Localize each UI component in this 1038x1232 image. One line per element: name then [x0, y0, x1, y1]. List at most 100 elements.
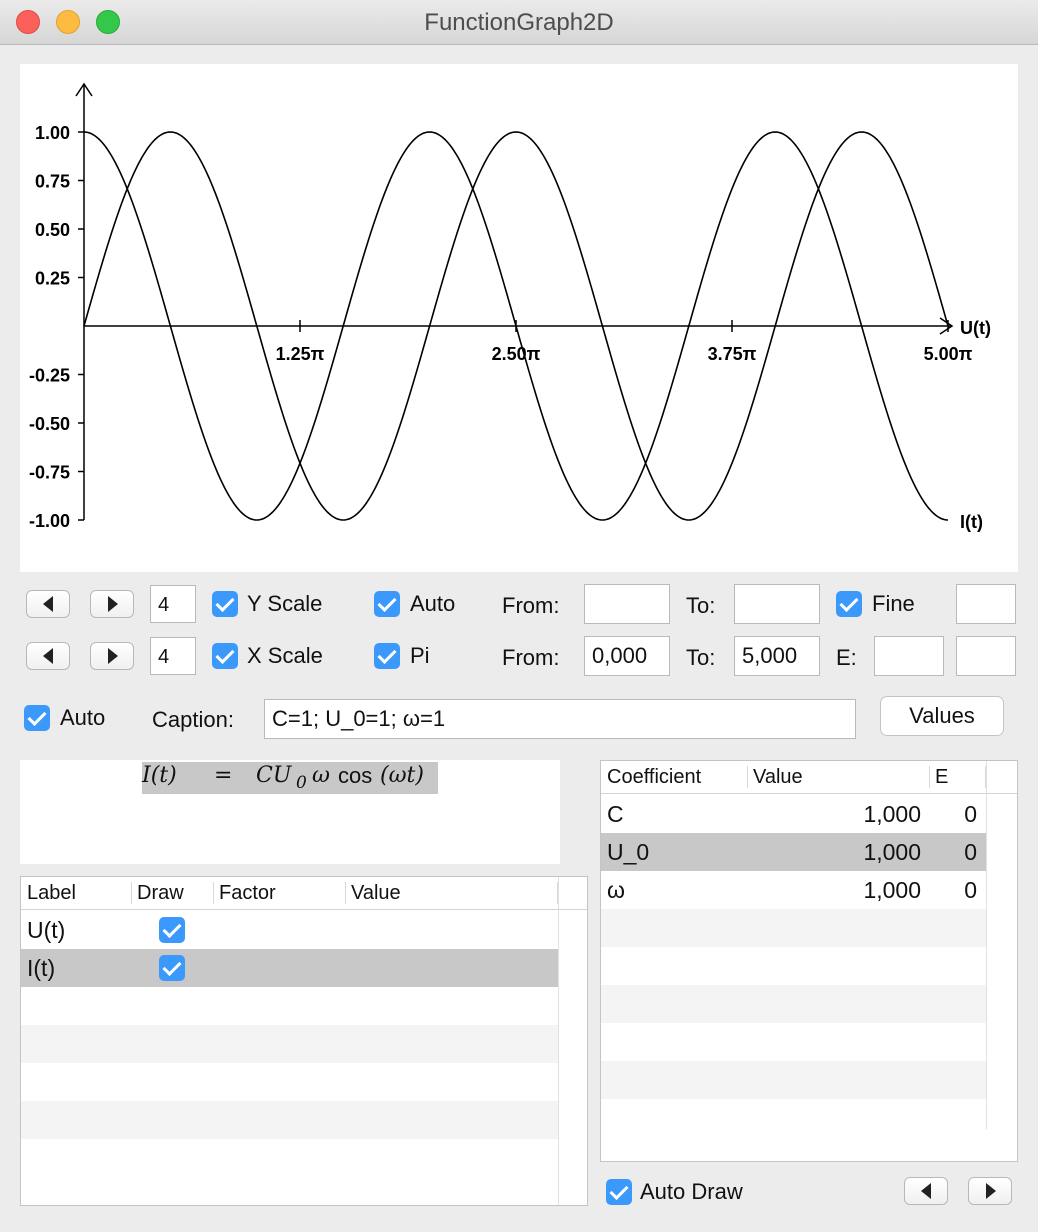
fine-checkbox[interactable]	[836, 591, 862, 617]
table-row	[601, 909, 987, 947]
curve-label-i: I(t)	[960, 512, 983, 532]
y-scale-increase-button[interactable]	[90, 590, 134, 618]
next-button[interactable]	[968, 1177, 1012, 1205]
table-row[interactable]: U_0 1,000 0	[601, 833, 987, 871]
table-row	[601, 1061, 987, 1099]
y-tick-label: 0.75	[35, 172, 70, 192]
coefficient-exponent[interactable]: 0	[941, 838, 977, 866]
triangle-left-icon	[43, 596, 53, 612]
table-row	[601, 1023, 987, 1061]
coefficient-value[interactable]: 1,000	[801, 800, 921, 828]
x-step-field[interactable]: 4	[150, 637, 196, 675]
table-row	[601, 1099, 987, 1137]
y-to-field[interactable]	[734, 584, 820, 624]
coefficient-exponent[interactable]: 0	[941, 876, 977, 904]
caption-label: Caption:	[152, 707, 234, 732]
draw-checkbox[interactable]	[159, 955, 185, 981]
y-from-field[interactable]	[584, 584, 670, 624]
triangle-right-icon	[108, 596, 118, 612]
formula-equals: =	[214, 763, 233, 788]
auto-draw-checkbox[interactable]	[606, 1179, 632, 1205]
table-row[interactable]: C 1,000 0	[601, 795, 987, 833]
x-scale-checkbox[interactable]	[212, 643, 238, 669]
column-divider	[131, 882, 132, 904]
window-title: FunctionGraph2D	[424, 9, 614, 36]
column-divider	[929, 766, 930, 788]
y-tick-label: -0.50	[29, 414, 70, 434]
y-step-field[interactable]: 4	[150, 585, 196, 623]
function-graph: 1.00 0.75 0.50 0.25 -0.25 -0.50 -0.75 -1.00 1.25…	[20, 64, 1018, 572]
auto-y-checkbox[interactable]	[374, 591, 400, 617]
x-from-field[interactable]: 0,000	[584, 636, 670, 676]
triangle-left-icon	[43, 648, 53, 664]
y-scale-label: Y Scale	[247, 591, 323, 616]
functions-table-header: Label Draw Factor Value	[21, 877, 587, 910]
y-tick-label: 0.25	[35, 269, 70, 289]
triangle-left-icon	[921, 1183, 931, 1199]
column-divider	[345, 882, 346, 904]
formula-rhs-subscript: 0	[296, 773, 307, 793]
table-row	[21, 1063, 559, 1101]
column-header-label[interactable]: Label	[27, 880, 76, 906]
column-header-factor[interactable]: Factor	[219, 880, 276, 906]
x-scale-label: X Scale	[247, 643, 323, 668]
x-scale-increase-button[interactable]	[90, 642, 134, 670]
coefficient-value[interactable]: 1,000	[801, 876, 921, 904]
values-button[interactable]: Values	[880, 696, 1004, 736]
auto-caption-label: Auto	[60, 705, 106, 730]
y-tick-label: -0.75	[29, 463, 70, 483]
column-divider	[213, 882, 214, 904]
coefficient-name: U_0	[607, 839, 650, 865]
y-tick-label: -1.00	[29, 511, 70, 531]
table-row	[21, 987, 559, 1025]
x-to-field[interactable]: 5,000	[734, 636, 820, 676]
draw-checkbox[interactable]	[159, 917, 185, 943]
x-tick-label: 5.00π	[924, 344, 973, 364]
vertical-scrollbar[interactable]	[558, 877, 559, 1205]
functions-table: Label Draw Factor Value U(t) I(t)	[20, 876, 588, 1206]
function-label: U(t)	[27, 917, 66, 943]
vertical-scrollbar[interactable]	[986, 761, 987, 1129]
formula-lhs: I(t)	[142, 763, 177, 788]
previous-button[interactable]	[904, 1177, 948, 1205]
column-header-coefficient[interactable]: Coefficient	[607, 764, 701, 790]
triangle-right-icon	[108, 648, 118, 664]
auto-draw-label: Auto Draw	[640, 1179, 743, 1204]
column-header-value[interactable]: Value	[351, 880, 401, 906]
x-extra-field[interactable]	[956, 636, 1016, 676]
table-row[interactable]: ω 1,000 0	[601, 871, 987, 909]
coefficient-value[interactable]: 1,000	[801, 838, 921, 866]
coefficients-table: Coefficient Value E C 1,000 0 U_0 1,000 …	[600, 760, 1018, 1162]
title-bar[interactable]: FunctionGraph2D	[0, 0, 1038, 45]
pi-label: Pi	[410, 643, 430, 668]
formula-rhs-omega: ω	[312, 763, 330, 788]
y-to-label: To:	[686, 593, 716, 618]
coefficient-name: ω	[607, 877, 625, 903]
column-header-e[interactable]: E	[935, 764, 948, 790]
column-header-draw[interactable]: Draw	[137, 880, 184, 906]
pi-checkbox[interactable]	[374, 643, 400, 669]
auto-y-label: Auto	[410, 591, 456, 616]
table-row	[21, 1139, 559, 1177]
y-tick-label: 1.00	[35, 123, 70, 143]
y-from-label: From:	[502, 593, 560, 618]
auto-caption-checkbox[interactable]	[24, 705, 50, 731]
coefficient-exponent[interactable]: 0	[941, 800, 977, 828]
table-row	[601, 985, 987, 1023]
table-row[interactable]: U(t)	[21, 911, 559, 949]
table-row[interactable]: I(t)	[21, 949, 559, 987]
formula-rhs-arg: (ωt)	[380, 763, 424, 788]
graph-canvas: 1.00 0.75 0.50 0.25 -0.25 -0.50 -0.75 -1.00 1.25…	[29, 82, 991, 532]
y-extra-field[interactable]	[956, 584, 1016, 624]
fine-label: Fine	[872, 591, 915, 616]
caption-field[interactable]: C=1; U_0=1; ω=1	[264, 699, 856, 739]
y-scale-decrease-button[interactable]	[26, 590, 70, 618]
y-tick-label: 0.50	[35, 220, 70, 240]
formula-rhs-cu: CU	[256, 763, 292, 788]
exponent-field[interactable]	[874, 636, 944, 676]
table-row	[21, 1025, 559, 1063]
y-scale-checkbox[interactable]	[212, 591, 238, 617]
x-scale-decrease-button[interactable]	[26, 642, 70, 670]
column-header-value[interactable]: Value	[753, 764, 803, 790]
function-label: I(t)	[27, 955, 56, 981]
